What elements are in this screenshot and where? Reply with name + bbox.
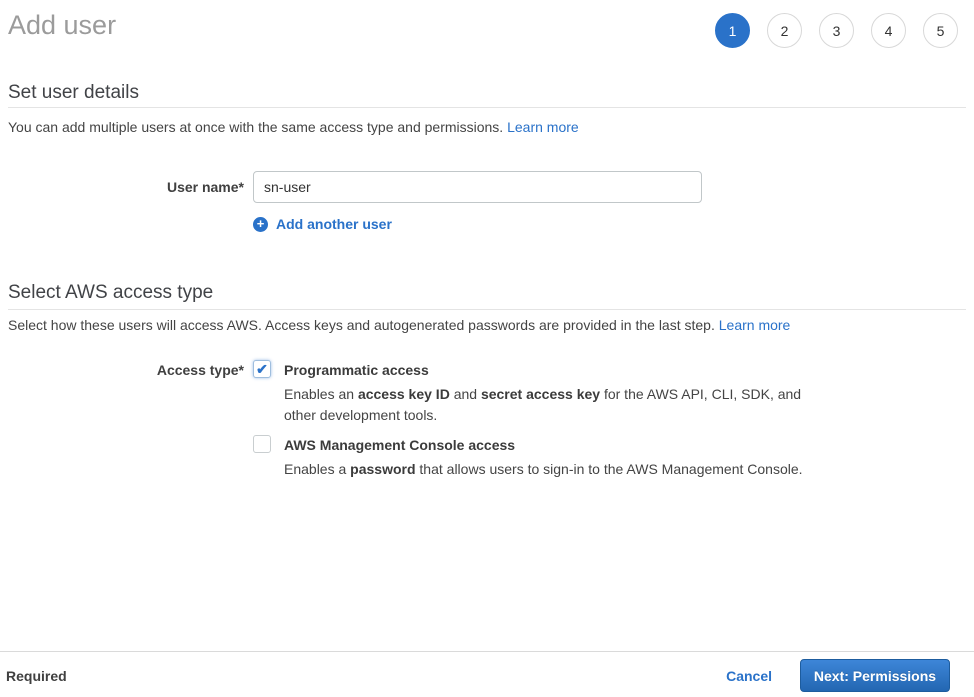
section-divider [8, 107, 966, 108]
desc-bold: password [350, 461, 415, 477]
page-title: Add user [8, 10, 116, 41]
desc-bold: secret access key [481, 386, 600, 402]
programmatic-access-title: Programmatic access [284, 362, 429, 378]
access-type-description: Select how these users will access AWS. … [8, 317, 790, 333]
desc-text: Enables a [284, 461, 350, 477]
set-user-details-heading: Set user details [8, 82, 139, 104]
section-divider [8, 309, 966, 310]
access-type-description-text: Select how these users will access AWS. … [8, 317, 715, 333]
footer-divider [0, 651, 974, 652]
learn-more-link-access-type[interactable]: Learn more [719, 317, 791, 333]
console-access-checkbox[interactable]: ✔ [253, 435, 271, 453]
desc-bold: access key ID [358, 386, 450, 402]
wizard-step-1[interactable]: 1 [715, 13, 750, 48]
wizard-step-2[interactable]: 2 [767, 13, 802, 48]
wizard-step-indicator: 1 2 3 4 5 [715, 13, 958, 48]
add-icon: + [253, 217, 268, 232]
wizard-step-5[interactable]: 5 [923, 13, 958, 48]
wizard-step-4[interactable]: 4 [871, 13, 906, 48]
access-type-label: Access type* [0, 362, 244, 378]
desc-text: that allows users to sign-in to the AWS … [416, 461, 803, 477]
select-access-type-heading: Select AWS access type [8, 282, 213, 304]
wizard-step-3[interactable]: 3 [819, 13, 854, 48]
console-access-title: AWS Management Console access [284, 437, 515, 453]
cancel-button[interactable]: Cancel [726, 668, 772, 684]
check-icon: ✔ [256, 362, 268, 376]
add-another-user-button[interactable]: + Add another user [253, 216, 392, 232]
user-details-description: You can add multiple users at once with … [8, 119, 579, 135]
next-permissions-button[interactable]: Next: Permissions [800, 659, 950, 692]
desc-text: and [450, 386, 481, 402]
learn-more-link-user-details[interactable]: Learn more [507, 119, 579, 135]
programmatic-access-checkbox[interactable]: ✔ [253, 360, 271, 378]
user-name-label: User name* [0, 179, 244, 195]
user-details-description-text: You can add multiple users at once with … [8, 119, 503, 135]
desc-text: Enables an [284, 386, 358, 402]
add-another-user-label: Add another user [276, 216, 392, 232]
required-note: Required [6, 668, 67, 684]
user-name-input[interactable] [253, 171, 702, 203]
programmatic-access-description: Enables an access key ID and secret acce… [284, 384, 812, 426]
console-access-description: Enables a password that allows users to … [284, 459, 812, 480]
